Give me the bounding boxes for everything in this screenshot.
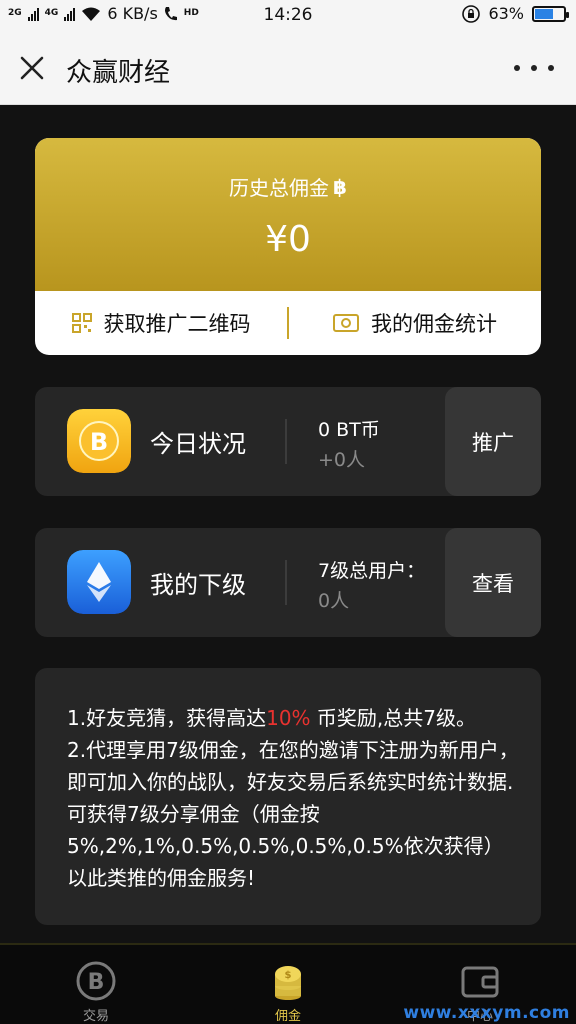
- svg-text:B: B: [90, 428, 108, 456]
- more-icon[interactable]: [514, 54, 554, 82]
- page-title: 众赢财经: [66, 58, 171, 88]
- close-icon[interactable]: [14, 50, 50, 86]
- commission-stats-button[interactable]: 我的佣金统计: [289, 308, 541, 338]
- ethereum-icon: [67, 550, 131, 614]
- wallet-icon: [461, 966, 499, 998]
- view-button[interactable]: 查看: [445, 528, 541, 637]
- get-qr-code-button[interactable]: 获取推广二维码: [35, 308, 287, 338]
- downline-card: 我的下级 7级总用户： 0人 查看: [35, 528, 541, 637]
- watermark-text: www.xxxym.com: [403, 1003, 570, 1023]
- promote-button[interactable]: 推广: [445, 387, 541, 496]
- bitcoin-symbol-icon: ฿: [333, 174, 347, 199]
- vertical-separator: [285, 419, 287, 464]
- downline-label: 我的下级: [150, 571, 246, 599]
- svg-text:$: $: [285, 970, 292, 981]
- battery-percent: 63%: [488, 4, 524, 23]
- qr-code-icon: [71, 313, 92, 333]
- description-box: 1.好友竞猜，获得高达10% 币奖励,总共7级。 2.代理享用7级佣金，在您的邀…: [35, 668, 541, 925]
- qr-code-label: 获取推广二维码: [103, 312, 251, 336]
- desc-p1-after: 币奖励,总共7级。: [310, 706, 476, 730]
- status-bar: 2G 4G 6 KB/s HD 14:26 63%: [0, 0, 576, 30]
- bitcoin-tab-icon: B: [76, 961, 116, 1001]
- bitcoin-icon: B: [67, 409, 131, 473]
- nav-header: 众赢财经: [0, 30, 576, 105]
- tab-trade[interactable]: B 交易: [36, 945, 156, 1024]
- today-status-label: 今日状况: [150, 430, 246, 458]
- cash-icon: [333, 314, 359, 332]
- vertical-separator: [285, 560, 287, 605]
- commission-label-row: 历史总佣金 ฿: [35, 138, 541, 201]
- desc-p1-before: 1.好友竞猜，获得高达: [67, 706, 267, 730]
- commission-card: 历史总佣金 ฿ ¥0 获取推广二维码 我的佣金统计: [35, 138, 541, 355]
- today-bt-amount: 0 BT币: [318, 419, 380, 441]
- commission-header: 历史总佣金 ฿ ¥0: [35, 138, 541, 291]
- coins-icon: $: [275, 966, 301, 1000]
- tab-label: 佣金: [274, 1009, 301, 1024]
- today-new-users: +0人: [318, 449, 366, 471]
- svg-text:B: B: [88, 970, 105, 995]
- description-p2: 2.代理享用7级佣金，在您的邀请下注册为新用户，即可加入你的战队，好友交易后系统…: [67, 738, 519, 890]
- status-right: 63%: [462, 4, 569, 23]
- description-p1: 1.好友竞猜，获得高达10% 币奖励,总共7级。: [67, 702, 519, 734]
- battery-fill: [535, 8, 553, 19]
- commission-actions: 获取推广二维码 我的佣金统计: [35, 291, 541, 355]
- rotation-lock-icon: [462, 4, 481, 23]
- today-status-card: B 今日状况 0 BT币 +0人 推广: [35, 387, 541, 496]
- commission-amount: ¥0: [265, 219, 311, 260]
- tab-label: 交易: [82, 1009, 109, 1024]
- tab-commission[interactable]: $ 佣金: [228, 945, 348, 1024]
- commission-label: 历史总佣金: [229, 176, 330, 200]
- battery-icon: [532, 5, 569, 22]
- downline-total-value: 0人: [318, 590, 350, 612]
- desc-highlight: 10%: [266, 706, 311, 730]
- downline-total-label: 7级总用户：: [318, 560, 426, 582]
- commission-stats-label: 我的佣金统计: [371, 312, 497, 336]
